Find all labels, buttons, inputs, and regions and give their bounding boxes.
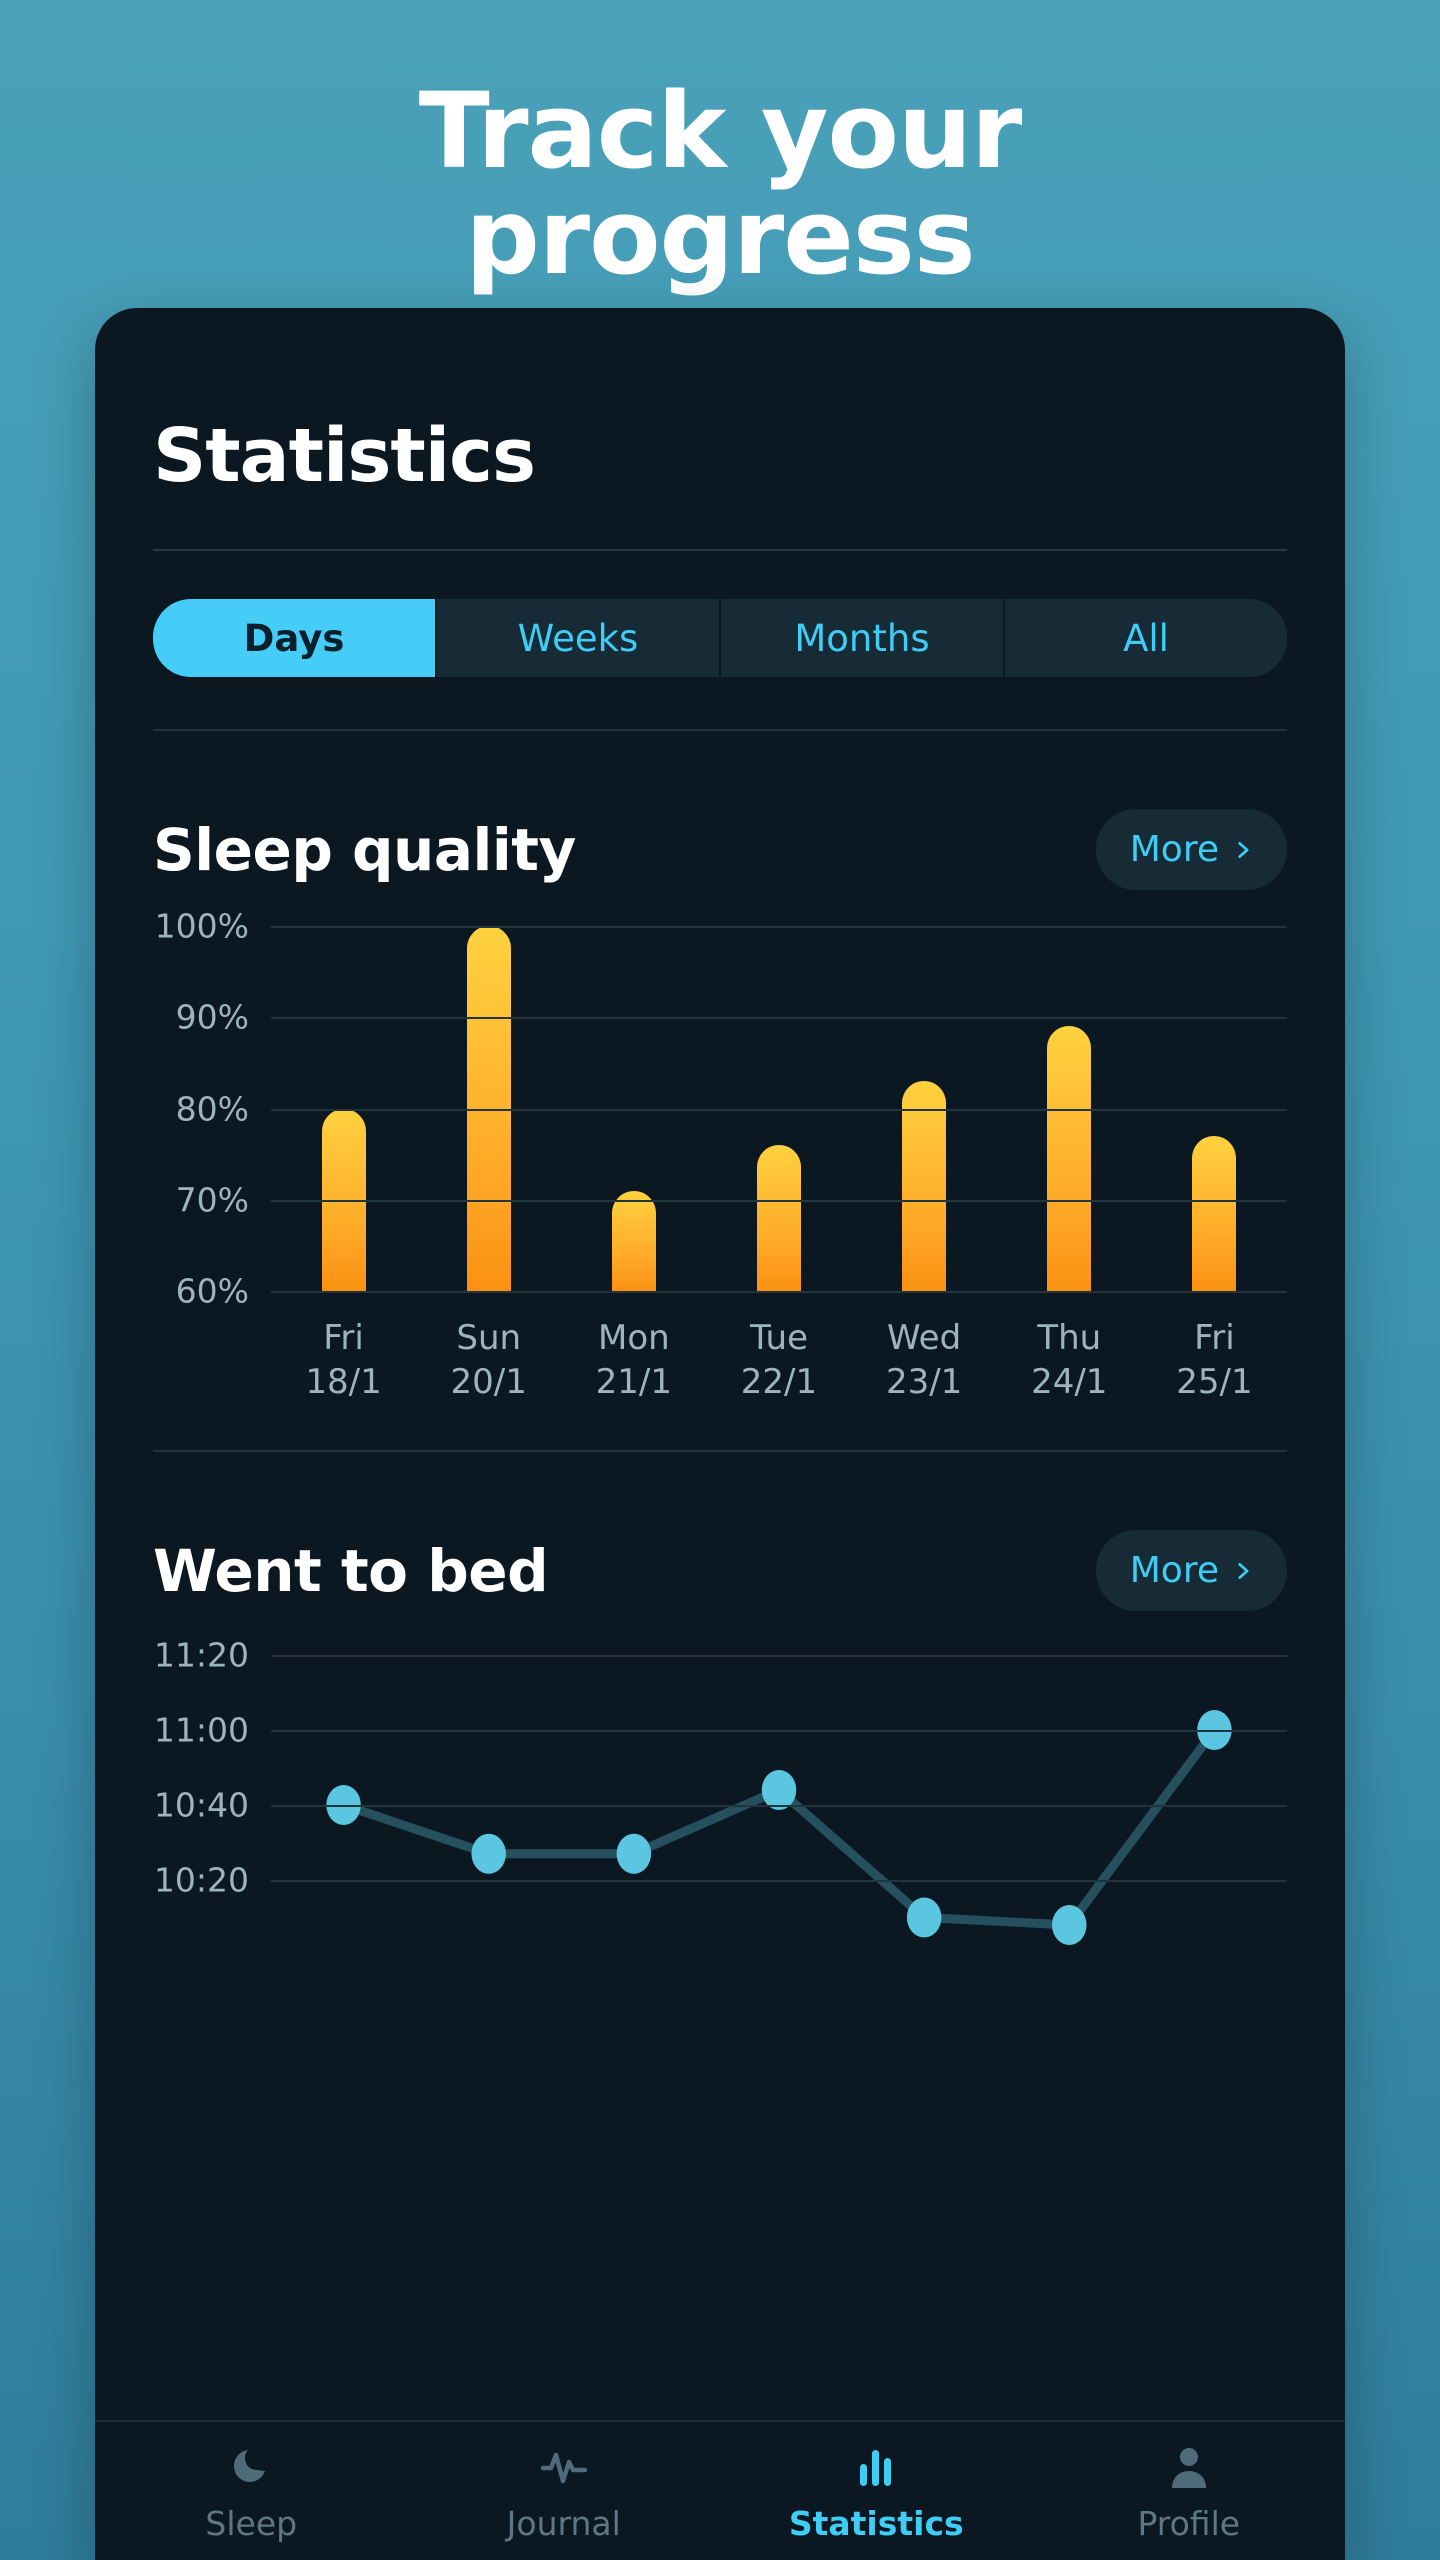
y-axis-tick-label: 10:40 bbox=[153, 1785, 249, 1825]
line-chart-plot bbox=[271, 1655, 1287, 1955]
data-point bbox=[906, 1897, 942, 1938]
gridline bbox=[271, 1880, 1287, 1883]
data-point bbox=[1052, 1905, 1087, 1946]
x-axis-day: Wed bbox=[887, 1318, 962, 1358]
x-axis-day: Fri bbox=[323, 1318, 364, 1358]
x-axis-tick-label: Thu 24/1 bbox=[1014, 1317, 1124, 1404]
gridline bbox=[271, 1730, 1287, 1733]
x-axis-date: 25/1 bbox=[1176, 1361, 1253, 1402]
bar bbox=[756, 1145, 801, 1291]
y-axis-tick-label: 10:20 bbox=[153, 1860, 249, 1900]
nav-item-label: Journal bbox=[506, 2504, 621, 2543]
x-axis-tick-label: Wed 23/1 bbox=[869, 1317, 979, 1404]
x-axis-date: 21/1 bbox=[595, 1361, 673, 1402]
x-axis-tick-label: Fri 25/1 bbox=[1159, 1317, 1269, 1404]
y-axis-tick-label: 60% bbox=[175, 1271, 249, 1311]
bar-chart-x-axis: Fri 18/1 Sun 20/1 Mon 21/1 Tue 22/1 Wed 23/1 Thu 24… bbox=[271, 1317, 1287, 1404]
app-screen-card: Statistics Days Weeks Months All Sleep qual… bbox=[95, 308, 1345, 2560]
x-axis-day: Tue bbox=[749, 1318, 809, 1358]
pulse-icon bbox=[540, 2452, 587, 2484]
tab-all[interactable]: All bbox=[1005, 599, 1287, 677]
y-axis-tick-label: 11:20 bbox=[153, 1635, 249, 1675]
went-to-bed-chart: 11:20 11:00 10:40 10:20 bbox=[153, 1636, 1287, 1955]
gridline bbox=[271, 926, 1287, 928]
sleep-quality-header: Sleep quality More bbox=[153, 809, 1287, 890]
gridline bbox=[271, 1017, 1287, 1020]
y-axis-tick-label: 80% bbox=[175, 1089, 249, 1128]
line-path bbox=[344, 1730, 1215, 1925]
x-axis-day: Mon bbox=[598, 1318, 670, 1358]
line-chart-area: 11:20 11:00 10:40 10:20 bbox=[153, 1636, 1287, 1955]
tab-weeks[interactable]: Weeks bbox=[437, 599, 721, 677]
hero-section: Track your progress bbox=[0, 0, 1440, 290]
tab-label: Days bbox=[243, 616, 345, 660]
nav-item-label: Sleep bbox=[205, 2504, 298, 2543]
x-axis-day: Thu bbox=[1037, 1318, 1102, 1358]
line-chart-y-axis: 11:20 11:00 10:40 10:20 bbox=[153, 1636, 271, 1955]
x-axis-day: Sun bbox=[456, 1318, 522, 1358]
data-point bbox=[616, 1833, 652, 1874]
y-axis-tick-label: 90% bbox=[175, 997, 249, 1037]
nav-item-label: Profile bbox=[1137, 2504, 1241, 2543]
tab-label: Months bbox=[794, 616, 930, 660]
page-headline: Track your progress bbox=[418, 70, 1023, 299]
x-axis-date: 23/1 bbox=[885, 1361, 963, 1402]
nav-item-statistics[interactable]: Statistics bbox=[720, 2442, 1033, 2543]
gridline bbox=[271, 1655, 1287, 1658]
tab-label: Weeks bbox=[517, 616, 639, 660]
sleep-quality-chart: 100% 90% 80% 70% 60% Fri 18/1 Sun 20/1 Mon 21/1 Tu… bbox=[153, 907, 1287, 1404]
moon-icon bbox=[234, 2450, 266, 2482]
card-content: Statistics Days Weeks Months All Sleep qual… bbox=[95, 308, 1345, 1955]
x-axis-tick-label: Sun 20/1 bbox=[434, 1317, 544, 1404]
sleep-quality-title: Sleep quality bbox=[153, 815, 576, 884]
y-axis-tick-label: 11:00 bbox=[153, 1710, 249, 1750]
chevron-right-icon bbox=[1238, 841, 1249, 858]
bar bbox=[902, 1081, 947, 1291]
bar bbox=[1192, 1135, 1237, 1291]
x-axis-day: Fri bbox=[1194, 1318, 1235, 1358]
data-point bbox=[761, 1770, 797, 1811]
gridline bbox=[271, 1291, 1287, 1293]
x-axis-tick-label: Fri 18/1 bbox=[289, 1317, 399, 1404]
nav-item-sleep[interactable]: Sleep bbox=[95, 2442, 408, 2543]
went-to-bed-more-button[interactable]: More bbox=[1095, 1530, 1287, 1612]
more-button-label: More bbox=[1129, 829, 1219, 870]
bar-chart-icon bbox=[860, 2450, 892, 2486]
bar-chart-y-axis: 100% 90% 80% 70% 60% bbox=[153, 907, 271, 1311]
x-axis-date: 24/1 bbox=[1031, 1361, 1108, 1402]
nav-item-profile[interactable]: Profile bbox=[1033, 2442, 1346, 2543]
x-axis-tick-label: Mon 21/1 bbox=[579, 1317, 689, 1404]
section-divider bbox=[153, 1450, 1287, 1453]
y-axis-tick-label: 100% bbox=[154, 906, 249, 946]
nav-item-journal[interactable]: Journal bbox=[408, 2442, 721, 2543]
tabs-divider bbox=[153, 729, 1287, 731]
bar bbox=[611, 1190, 656, 1291]
x-axis-date: 18/1 bbox=[305, 1361, 382, 1402]
gridline bbox=[271, 1108, 1287, 1111]
range-segmented-control[interactable]: Days Weeks Months All bbox=[153, 599, 1287, 677]
page-title: Statistics bbox=[153, 413, 536, 499]
sleep-quality-more-button[interactable]: More bbox=[1095, 809, 1287, 890]
x-axis-date: 20/1 bbox=[450, 1361, 527, 1402]
went-to-bed-header: Went to bed More bbox=[153, 1530, 1287, 1612]
chevron-right-icon bbox=[1238, 1562, 1249, 1579]
data-point bbox=[471, 1833, 506, 1874]
gridline bbox=[271, 1805, 1287, 1808]
bar bbox=[1047, 1026, 1092, 1291]
tab-days[interactable]: Days bbox=[153, 599, 437, 677]
nav-item-label: Statistics bbox=[788, 2504, 964, 2543]
bottom-navigation: Sleep Journal Statistics Profile bbox=[95, 2420, 1345, 2560]
went-to-bed-title: Went to bed bbox=[153, 1536, 549, 1605]
more-button-label: More bbox=[1129, 1550, 1219, 1592]
bar-chart-plot bbox=[271, 926, 1287, 1293]
x-axis-date: 22/1 bbox=[740, 1361, 818, 1402]
y-axis-tick-label: 70% bbox=[175, 1180, 249, 1220]
title-divider bbox=[153, 549, 1287, 551]
x-axis-tick-label: Tue 22/1 bbox=[724, 1317, 834, 1404]
bar-chart-area: 100% 90% 80% 70% 60% bbox=[153, 907, 1287, 1311]
gridline bbox=[271, 1199, 1287, 1202]
tab-months[interactable]: Months bbox=[721, 599, 1005, 677]
person-icon bbox=[1171, 2448, 1206, 2488]
tab-label: All bbox=[1123, 616, 1169, 660]
